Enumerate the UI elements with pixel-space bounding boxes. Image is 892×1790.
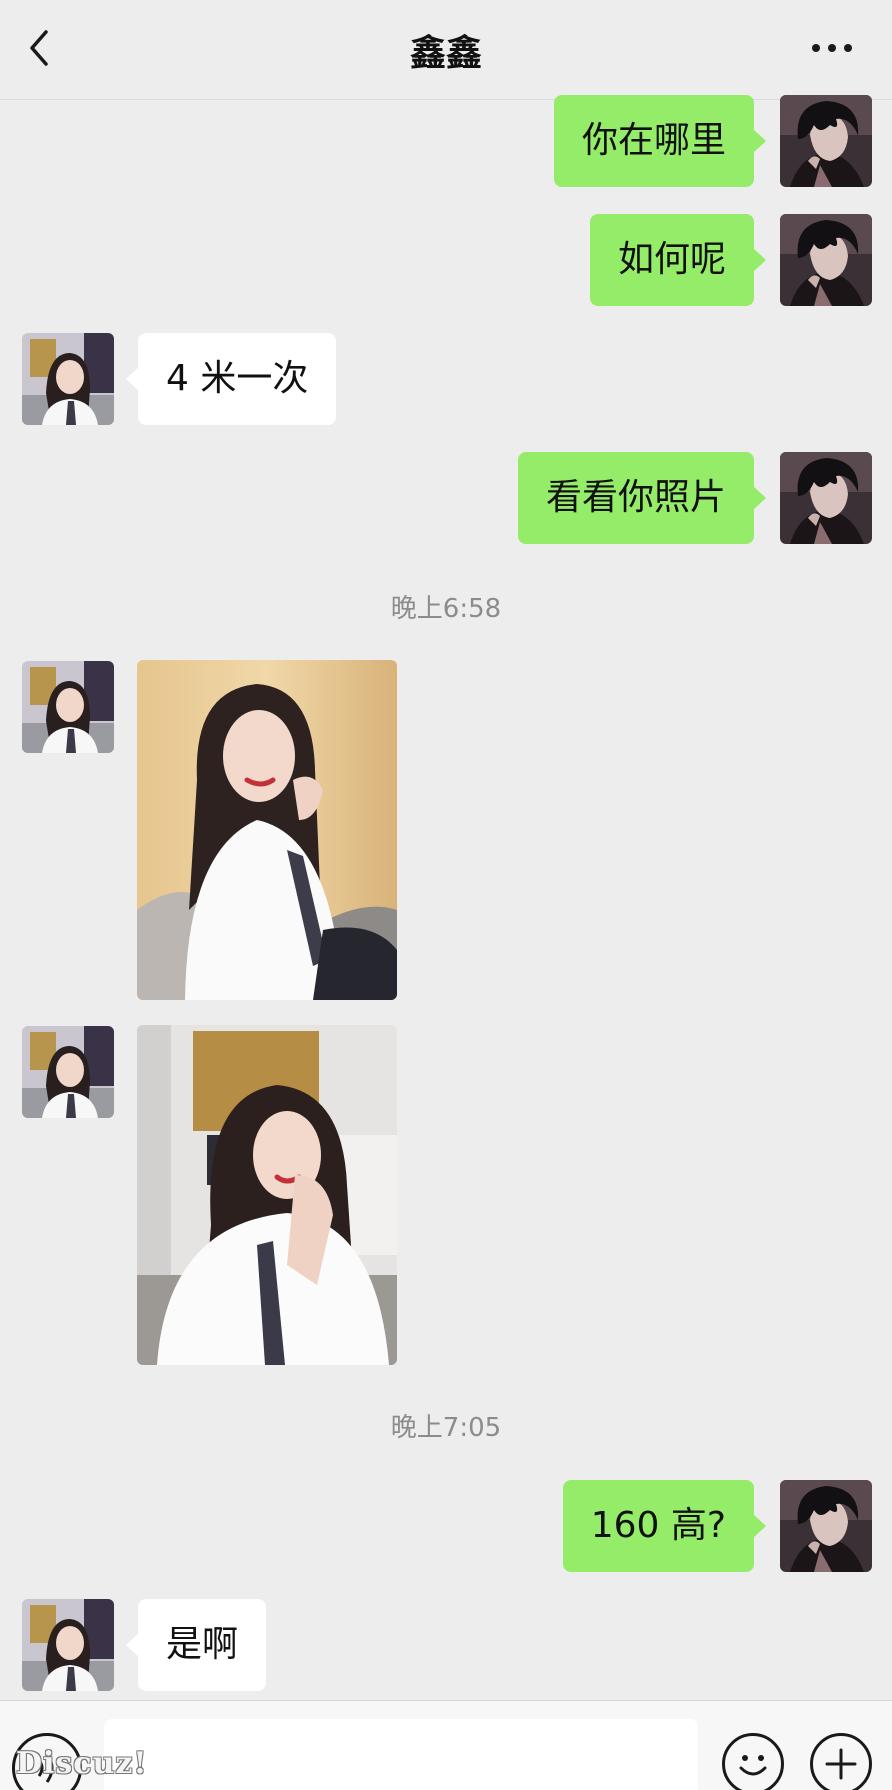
outgoing-message-bubble[interactable]: 你在哪里 — [553, 95, 767, 187]
message-input[interactable] — [104, 1719, 698, 1790]
message-list[interactable]: 你在哪里 如何呢 4 米一次 看看你照片 晚上6:58 晚上7:05 160 高… — [0, 0, 892, 1700]
contact-avatar[interactable] — [22, 1599, 114, 1691]
contact-avatar[interactable] — [22, 1026, 114, 1118]
my-avatar[interactable] — [780, 95, 872, 187]
incoming-message-bubble[interactable]: 是啊 — [125, 1599, 267, 1691]
message-timestamp: 晚上7:05 — [390, 1413, 502, 1443]
more-functions-button[interactable] — [810, 1733, 872, 1790]
incoming-photo-message[interactable] — [137, 660, 397, 1000]
incoming-message-bubble[interactable]: 4 米一次 — [125, 333, 337, 425]
my-avatar[interactable] — [780, 214, 872, 306]
incoming-photo-message[interactable] — [137, 1025, 397, 1365]
contact-avatar[interactable] — [22, 333, 114, 425]
watermark-text: Discuz! — [16, 1746, 148, 1781]
outgoing-message-bubble[interactable]: 如何呢 — [589, 214, 767, 306]
contact-avatar[interactable] — [22, 661, 114, 753]
plus-icon — [825, 1748, 857, 1780]
my-avatar[interactable] — [780, 1480, 872, 1572]
outgoing-message-bubble[interactable]: 看看你照片 — [517, 452, 767, 544]
emoji-icon — [739, 1755, 767, 1776]
emoji-button[interactable] — [722, 1733, 784, 1790]
outgoing-message-bubble[interactable]: 160 高? — [562, 1480, 767, 1572]
my-avatar[interactable] — [780, 452, 872, 544]
message-timestamp: 晚上6:58 — [390, 594, 502, 624]
